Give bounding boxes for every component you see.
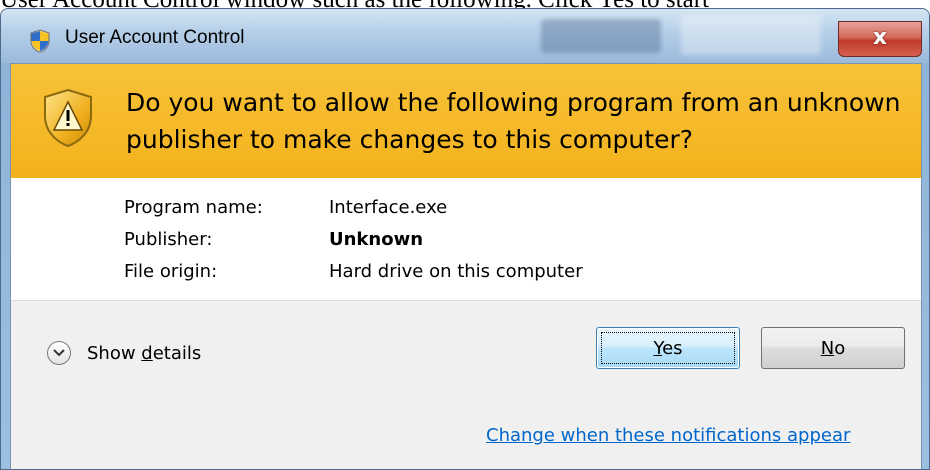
dialog-title: User Account Control xyxy=(65,27,245,48)
detail-row-program-name: Program name: Interface.exe xyxy=(124,192,583,224)
close-button[interactable]: x xyxy=(838,21,922,57)
title-bar[interactable]: User Account Control x xyxy=(1,9,929,63)
detail-label: File origin: xyxy=(124,261,218,282)
detail-row-publisher: Publisher: Unknown xyxy=(124,224,583,256)
uac-shield-icon xyxy=(30,29,50,53)
detail-label: Program name: xyxy=(124,197,263,218)
no-button[interactable]: No xyxy=(761,327,905,369)
no-button-label: No xyxy=(820,337,846,359)
file-origin-value: Hard drive on this computer xyxy=(329,261,583,282)
dialog-client-area: Do you want to allow the following progr… xyxy=(10,63,922,469)
publisher-value: Unknown xyxy=(329,229,424,250)
show-details-label: Show details xyxy=(87,342,202,364)
yes-button[interactable]: Yes xyxy=(596,327,740,369)
chevron-down-icon[interactable] xyxy=(47,341,71,365)
change-notifications-link[interactable]: Change when these notifications appear xyxy=(486,425,850,446)
detail-label: Publisher: xyxy=(124,229,213,250)
warning-banner: Do you want to allow the following progr… xyxy=(11,64,921,178)
program-name-value: Interface.exe xyxy=(329,197,448,218)
prompt-headline: Do you want to allow the following progr… xyxy=(126,88,901,154)
warning-shield-icon xyxy=(44,88,92,148)
detail-row-file-origin: File origin: Hard drive on this computer xyxy=(124,256,583,288)
close-icon: x xyxy=(872,25,888,50)
button-area: Show details Yes No Change when these no… xyxy=(11,300,921,469)
program-details: Program name: Interface.exe Publisher: U… xyxy=(124,192,583,288)
uac-dialog-window: User Account Control x Do you want to al… xyxy=(0,8,930,470)
show-details-toggle[interactable]: Show details xyxy=(47,341,201,365)
focus-rectangle xyxy=(601,332,735,364)
